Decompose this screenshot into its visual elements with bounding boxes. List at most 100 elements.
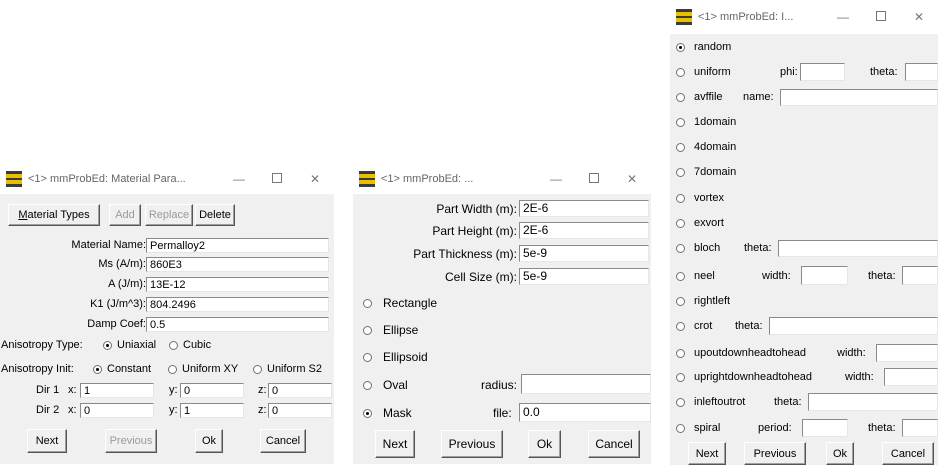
ms-field[interactable]: 860E3 (146, 257, 329, 272)
ok-button[interactable]: Ok (826, 442, 854, 465)
random-label[interactable]: random (694, 41, 731, 53)
uniaxial-label[interactable]: Uniaxial (117, 339, 156, 351)
ellipsoid-label[interactable]: Ellipsoid (383, 350, 428, 364)
cubic-radio[interactable] (169, 341, 178, 350)
ellipse-radio[interactable] (363, 326, 372, 335)
oval-radio[interactable] (363, 381, 372, 390)
spiral-label[interactable]: spiral (694, 422, 720, 434)
inleftoutrot-radio[interactable] (676, 398, 685, 407)
vortex-radio[interactable] (676, 194, 685, 203)
close-icon[interactable]: ✕ (296, 172, 334, 186)
material-types-button[interactable]: Material Types (8, 204, 100, 226)
vortex-label[interactable]: vortex (694, 192, 724, 204)
1domain-label[interactable]: 1domain (694, 116, 736, 128)
uprightdownheadtohead-label[interactable]: uprightdownheadtohead (694, 371, 812, 383)
part-thickness-field[interactable]: 5e-9 (519, 245, 649, 262)
crot-radio[interactable] (676, 322, 685, 331)
next-button[interactable]: Next (27, 429, 67, 453)
file-field[interactable]: 0.0 (519, 403, 651, 422)
material-name-field[interactable]: Permalloy2 (146, 238, 329, 253)
part-height-field[interactable]: 2E-6 (519, 222, 649, 239)
neel-label[interactable]: neel (694, 270, 715, 282)
mask-label[interactable]: Mask (383, 406, 412, 420)
upoutdownheadtohead-radio[interactable] (676, 349, 685, 358)
a-field[interactable]: 13E-12 (146, 277, 329, 292)
cubic-label[interactable]: Cubic (183, 339, 211, 351)
minimize-icon[interactable]: — (824, 10, 862, 24)
7domain-label[interactable]: 7domain (694, 166, 736, 178)
spiral-theta-field[interactable] (902, 419, 938, 437)
inleft-theta-field[interactable] (808, 393, 938, 411)
add-button[interactable]: Add (109, 204, 141, 226)
ok-button[interactable]: Ok (195, 429, 223, 453)
exvort-radio[interactable] (676, 219, 685, 228)
ellipse-label[interactable]: Ellipse (383, 323, 418, 337)
random-radio[interactable] (676, 43, 685, 52)
radius-field[interactable] (521, 374, 651, 394)
maximize-icon[interactable] (258, 172, 296, 186)
uprightdownheadtohead-radio[interactable] (676, 373, 685, 382)
oval-label[interactable]: Oval (383, 378, 408, 392)
upout-width-field[interactable] (876, 344, 938, 362)
maximize-icon[interactable] (862, 10, 900, 24)
maximize-icon[interactable] (575, 172, 613, 186)
previous-button[interactable]: Previous (744, 442, 806, 465)
constant-radio[interactable] (93, 365, 102, 374)
cancel-button[interactable]: Cancel (882, 442, 934, 465)
phi-field[interactable] (800, 63, 845, 81)
7domain-radio[interactable] (676, 168, 685, 177)
dir1-z-field[interactable]: 0 (268, 383, 332, 398)
dir2-y-field[interactable]: 1 (180, 403, 244, 418)
spiral-period-field[interactable] (802, 419, 848, 437)
ellipsoid-radio[interactable] (363, 353, 372, 362)
damp-coef-field[interactable]: 0.5 (146, 317, 329, 332)
replace-button[interactable]: Replace (145, 204, 193, 226)
dir1-x-field[interactable]: 1 (80, 383, 154, 398)
close-icon[interactable]: ✕ (613, 172, 651, 186)
title-bar[interactable]: <1> mmProbEd: ... — ✕ (353, 164, 651, 194)
4domain-label[interactable]: 4domain (694, 141, 736, 153)
cancel-button[interactable]: Cancel (260, 429, 306, 453)
upright-width-field[interactable] (884, 368, 938, 386)
crot-theta-field[interactable] (769, 317, 938, 335)
mask-radio[interactable] (363, 409, 372, 418)
rectangle-radio[interactable] (363, 299, 372, 308)
title-bar[interactable]: <1> mmProbEd: I... — ✕ (670, 0, 938, 34)
crot-label[interactable]: crot (694, 320, 712, 332)
ok-button[interactable]: Ok (528, 430, 561, 458)
uniform-radio[interactable] (676, 68, 685, 77)
next-button[interactable]: Next (688, 442, 726, 465)
theta-field[interactable] (905, 63, 938, 81)
4domain-radio[interactable] (676, 143, 685, 152)
neel-radio[interactable] (676, 272, 685, 281)
bloch-label[interactable]: bloch (694, 242, 720, 254)
neel-width-field[interactable] (801, 266, 848, 285)
minimize-icon[interactable]: — (220, 172, 258, 186)
previous-button[interactable]: Previous (105, 429, 157, 453)
cell-size-field[interactable]: 5e-9 (519, 268, 649, 285)
uniform-s2-radio[interactable] (253, 365, 262, 374)
inleftoutrot-label[interactable]: inleftoutrot (694, 396, 745, 408)
1domain-radio[interactable] (676, 118, 685, 127)
avffile-label[interactable]: avffile (694, 91, 723, 103)
uniform-xy-label[interactable]: Uniform XY (182, 363, 238, 375)
spiral-radio[interactable] (676, 424, 685, 433)
previous-button[interactable]: Previous (441, 430, 503, 458)
uniform-label[interactable]: uniform (694, 66, 731, 78)
delete-button[interactable]: Delete (195, 204, 235, 226)
bloch-radio[interactable] (676, 244, 685, 253)
bloch-theta-field[interactable] (778, 240, 938, 257)
rightleft-label[interactable]: rightleft (694, 295, 730, 307)
uniform-xy-radio[interactable] (168, 365, 177, 374)
dir1-y-field[interactable]: 0 (180, 383, 244, 398)
uniaxial-radio[interactable] (103, 341, 112, 350)
dir2-x-field[interactable]: 0 (80, 403, 154, 418)
avffile-name-field[interactable] (780, 89, 938, 106)
upoutdownheadtohead-label[interactable]: upoutdownheadtohead (694, 347, 806, 359)
constant-label[interactable]: Constant (107, 363, 151, 375)
dir2-z-field[interactable]: 0 (268, 403, 332, 418)
rightleft-radio[interactable] (676, 297, 685, 306)
rectangle-label[interactable]: Rectangle (383, 296, 437, 310)
minimize-icon[interactable]: — (537, 172, 575, 186)
avffile-radio[interactable] (676, 93, 685, 102)
